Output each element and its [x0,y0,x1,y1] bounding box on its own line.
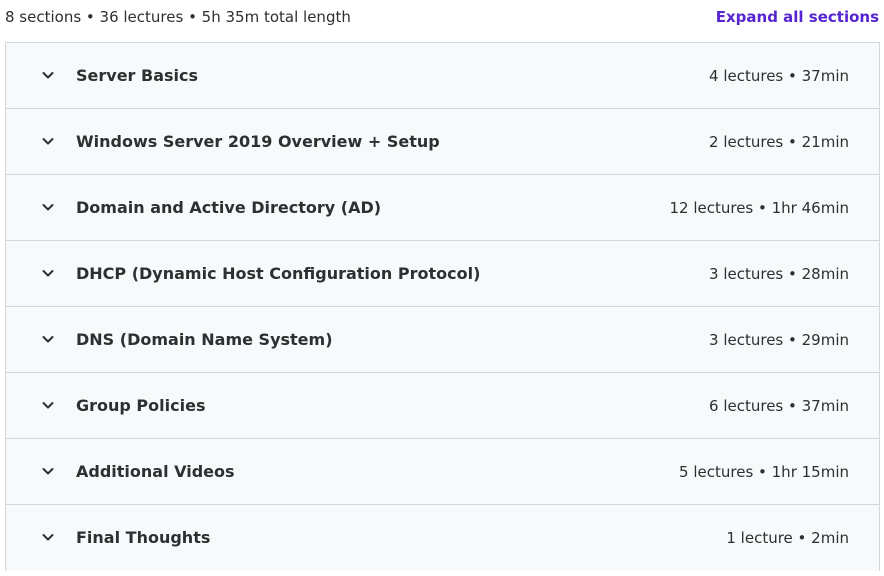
section-row[interactable]: Additional Videos 5 lectures • 1hr 15min [6,439,879,505]
section-row[interactable]: DHCP (Dynamic Host Configuration Protoco… [6,241,879,307]
section-meta: 3 lectures • 28min [709,265,849,283]
section-meta: 1 lecture • 2min [726,529,849,547]
course-summary-text: 8 sections • 36 lectures • 5h 35m total … [5,8,351,26]
section-title: Additional Videos [76,462,235,481]
section-row[interactable]: Group Policies 6 lectures • 37min [6,373,879,439]
section-row[interactable]: DNS (Domain Name System) 3 lectures • 29… [6,307,879,373]
section-title: Server Basics [76,66,199,85]
section-title: Group Policies [76,396,206,415]
chevron-down-icon [40,199,56,215]
section-title: DNS (Domain Name System) [76,330,333,349]
chevron-down-icon [40,133,56,149]
section-row[interactable]: Server Basics 4 lectures • 37min [6,43,879,109]
course-content-panel: 8 sections • 36 lectures • 5h 35m total … [0,0,884,576]
expand-all-sections-button[interactable]: Expand all sections [716,7,879,27]
course-summary-bar: 8 sections • 36 lectures • 5h 35m total … [0,0,884,36]
section-meta: 6 lectures • 37min [709,397,849,415]
section-title: DHCP (Dynamic Host Configuration Protoco… [76,264,481,283]
sections-list: Server Basics 4 lectures • 37min Windows… [5,42,880,571]
section-meta: 3 lectures • 29min [709,331,849,349]
section-meta: 5 lectures • 1hr 15min [679,463,849,481]
chevron-down-icon [40,463,56,479]
section-title: Final Thoughts [76,528,211,547]
chevron-down-icon [40,265,56,281]
section-title: Domain and Active Directory (AD) [76,198,382,217]
section-meta: 12 lectures • 1hr 46min [669,199,849,217]
section-row[interactable]: Final Thoughts 1 lecture • 2min [6,505,879,571]
chevron-down-icon [40,397,56,413]
section-meta: 2 lectures • 21min [709,133,849,151]
section-row[interactable]: Windows Server 2019 Overview + Setup 2 l… [6,109,879,175]
section-meta: 4 lectures • 37min [709,67,849,85]
section-row[interactable]: Domain and Active Directory (AD) 12 lect… [6,175,879,241]
section-title: Windows Server 2019 Overview + Setup [76,132,440,151]
chevron-down-icon [40,331,56,347]
chevron-down-icon [40,67,56,83]
chevron-down-icon [40,529,56,545]
